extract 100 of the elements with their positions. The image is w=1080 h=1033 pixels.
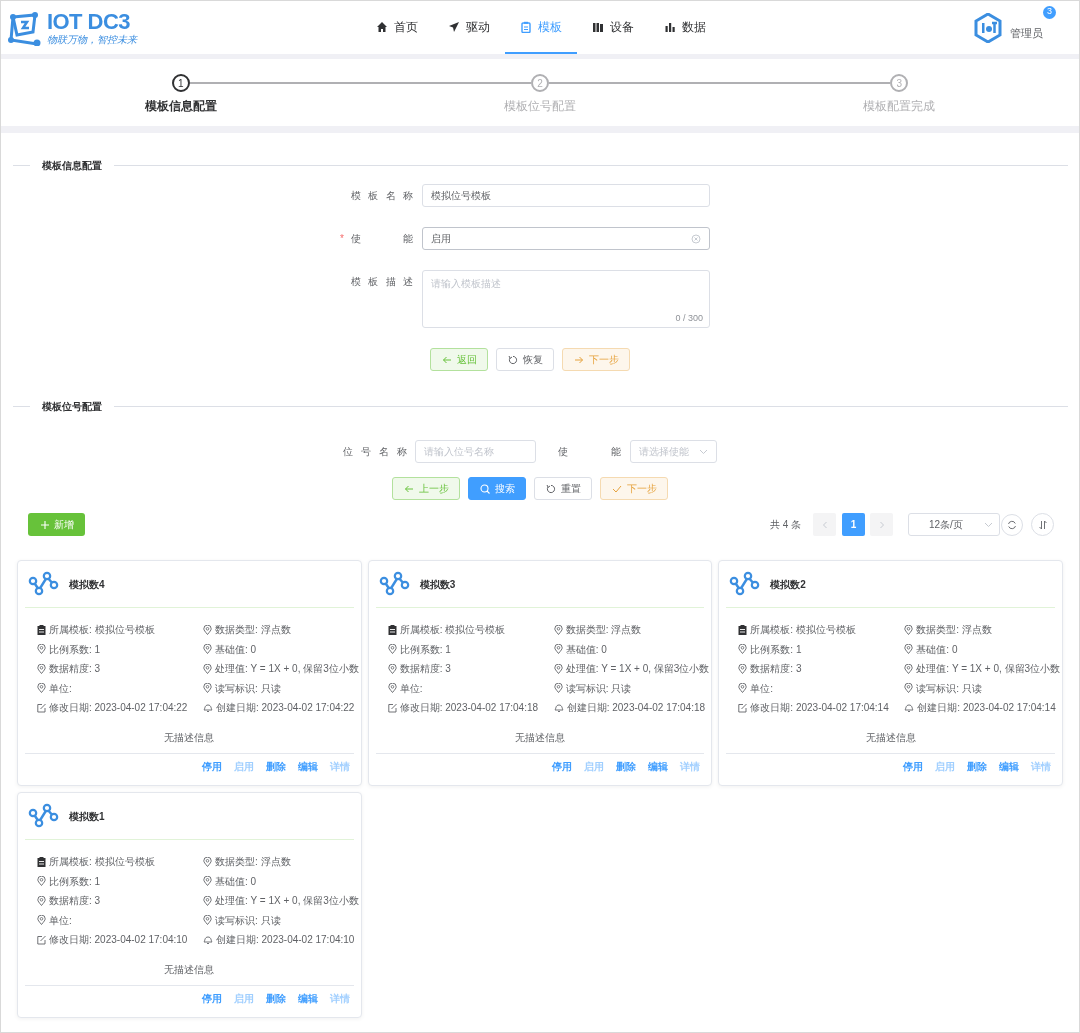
clipboard-icon — [520, 20, 532, 33]
logo-title: IOT DC3 — [47, 10, 131, 33]
location-pin-icon — [203, 856, 212, 867]
field-text: 创建日期: 2023-04-02 17:04:22 — [216, 701, 355, 716]
field-text: 数据类型: 浮点数 — [565, 623, 642, 638]
button[interactable]: 下一步 — [562, 348, 630, 371]
action-link[interactable]: 编辑 — [297, 758, 318, 774]
field-label: 模板描述 — [350, 275, 413, 289]
field-label: 使能 — [350, 232, 413, 246]
location-pin-icon — [203, 624, 212, 635]
field-text: 所属模板: 模拟位号模板 — [49, 623, 155, 638]
left-arrow-icon — [441, 354, 452, 365]
field-text: 数据类型: 浮点数 — [215, 623, 291, 638]
required-mark: * — [340, 232, 345, 246]
button[interactable]: 返回 — [430, 348, 488, 371]
section-title: 模板信息配置 — [42, 159, 102, 173]
field-text: 单位: — [49, 681, 72, 696]
action-link[interactable]: 编辑 — [999, 758, 1019, 774]
hexagon-logo-icon — [974, 12, 1002, 43]
books-icon — [592, 20, 604, 33]
edit-icon — [37, 934, 46, 945]
field-text: 比例系数: 1 — [399, 642, 451, 657]
bar-chart-icon — [664, 20, 676, 33]
field-text: 比例系数: 1 — [49, 874, 101, 889]
location-pin-icon — [203, 876, 212, 887]
refresh-icon — [1007, 519, 1017, 530]
nav-tab[interactable]: 数据 — [649, 1, 721, 54]
edit-icon — [387, 702, 397, 713]
field-label: 使能 — [558, 445, 621, 459]
location-pin-icon — [37, 644, 46, 655]
clear-icon — [691, 233, 701, 244]
field-text: 基础值: 0 — [215, 642, 257, 657]
card-title: 模拟数1 — [69, 809, 105, 824]
node-chain-icon — [729, 571, 761, 597]
action-link[interactable]: 编辑 — [648, 758, 669, 774]
action-link[interactable]: 删除 — [616, 758, 637, 774]
field-text: 所属模板: 模拟位号模板 — [750, 623, 856, 638]
action-link[interactable]: 删除 — [265, 990, 286, 1006]
field-text: 读写标识: 只读 — [215, 913, 281, 928]
nav-tab[interactable]: 驱动 — [433, 1, 505, 54]
action-link[interactable]: 编辑 — [297, 990, 318, 1006]
edit-icon — [738, 702, 748, 713]
field-text: 处理值: Y = 1X + 0, 保留3位小数 — [565, 662, 710, 677]
page-size-select[interactable]: 12条/页 — [908, 513, 1000, 536]
field-text: 修改日期: 2023-04-02 17:04:18 — [399, 701, 539, 716]
button[interactable]: 上一步 — [392, 477, 460, 500]
action-link[interactable]: 停用 — [201, 990, 222, 1006]
nav-tab[interactable]: 首页 — [361, 1, 433, 54]
edit-icon — [37, 702, 46, 713]
action-link[interactable]: 停用 — [201, 758, 222, 774]
field-text: 创建日期: 2023-04-02 17:04:10 — [216, 933, 355, 948]
button[interactable]: 恢复 — [496, 348, 554, 371]
bell-icon — [203, 934, 213, 945]
location-pin-icon — [738, 683, 748, 694]
location-pin-icon — [37, 876, 46, 887]
button[interactable]: 搜索 — [468, 477, 526, 500]
field-text: 数据精度: 3 — [750, 662, 802, 677]
location-pin-icon — [37, 663, 46, 674]
logo-slogan: 物联万物，智控未来 — [47, 34, 137, 45]
description-text: 无描述信息 — [375, 729, 705, 754]
action-link[interactable]: 删除 — [265, 758, 286, 774]
page-button[interactable]: 1 — [842, 513, 865, 536]
location-pin-icon — [203, 663, 212, 674]
node-chain-icon — [378, 571, 410, 597]
location-pin-icon — [553, 644, 563, 655]
field-text: 读写标识: 只读 — [215, 681, 281, 696]
node-chain-icon — [28, 571, 59, 597]
character-count: 0 / 300 — [675, 311, 703, 325]
input-field[interactable]: 模拟位号模板 — [422, 184, 710, 207]
location-pin-icon — [904, 663, 914, 674]
button[interactable]: 下一步 — [600, 477, 668, 500]
location-pin-icon — [203, 915, 212, 926]
location-pin-icon — [203, 683, 212, 694]
check-icon — [611, 483, 622, 494]
nav-tab[interactable]: 设备 — [577, 1, 649, 54]
home-icon — [376, 20, 388, 33]
location-pin-icon — [553, 663, 563, 674]
location-pin-icon — [904, 624, 914, 635]
field-text: 处理值: Y = 1X + 0, 保留3位小数 — [215, 894, 359, 909]
add-button[interactable]: 新增 — [28, 513, 85, 536]
location-pin-icon — [738, 663, 748, 674]
action-link[interactable]: 删除 — [967, 758, 987, 774]
chevron-down-icon — [984, 520, 993, 529]
card-title: 模拟数2 — [770, 577, 806, 592]
field-text: 数据精度: 3 — [49, 894, 101, 909]
user-name: 管理员 — [1010, 26, 1043, 39]
paper-plane-icon — [448, 20, 460, 33]
button[interactable]: 重置 — [534, 477, 592, 500]
field-text: 比例系数: 1 — [49, 642, 101, 657]
notification-badge: 3 — [1043, 5, 1056, 19]
refresh-icon — [545, 483, 556, 494]
action-link[interactable]: 停用 — [552, 758, 573, 774]
location-pin-icon — [904, 644, 914, 655]
select-field[interactable]: 启用 — [422, 227, 710, 250]
clipboard-icon — [37, 856, 46, 867]
clipboard-icon — [387, 624, 397, 635]
field-text: 创建日期: 2023-04-02 17:04:18 — [566, 701, 706, 716]
location-pin-icon — [37, 895, 46, 906]
logo-icon — [7, 9, 43, 46]
action-link[interactable]: 停用 — [903, 758, 923, 774]
